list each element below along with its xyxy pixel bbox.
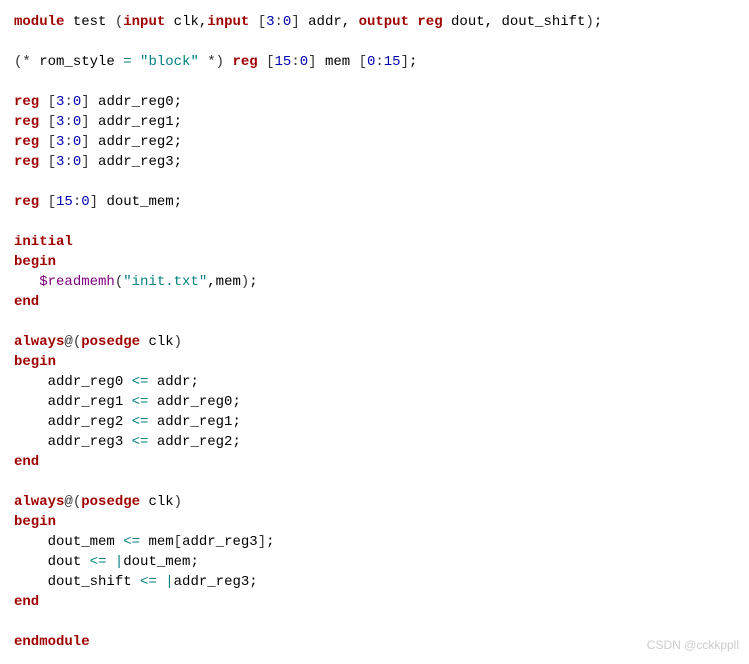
- code-line: begin: [14, 354, 56, 370]
- code-line: always@(posedge clk): [14, 494, 182, 510]
- keyword-output: output: [359, 14, 409, 30]
- keyword-always: always: [14, 334, 64, 350]
- code-line: always@(posedge clk): [14, 334, 182, 350]
- keyword-begin: begin: [14, 254, 56, 270]
- code-line: begin: [14, 514, 56, 530]
- code-line: reg [3:0] addr_reg0;: [14, 94, 182, 110]
- code-line: dout_shift <= |addr_reg3;: [14, 574, 258, 590]
- code-line: end: [14, 454, 39, 470]
- string-literal: "init.txt": [123, 274, 207, 290]
- code-line: reg [3:0] addr_reg2;: [14, 134, 182, 150]
- nonblocking-op: <=: [132, 374, 149, 390]
- keyword-module: module: [14, 14, 64, 30]
- watermark-text: CSDN @cckkppll: [647, 635, 739, 655]
- system-task: $readmemh: [39, 274, 115, 290]
- code-line: end: [14, 294, 39, 310]
- reduction-or-op: |: [115, 554, 123, 570]
- keyword-input: input: [123, 14, 165, 30]
- string-literal: "block": [140, 54, 199, 70]
- code-line: dout <= |dout_mem;: [14, 554, 199, 570]
- code-line: addr_reg0 <= addr;: [14, 374, 199, 390]
- keyword-posedge: posedge: [81, 334, 140, 350]
- keyword-reg: reg: [417, 14, 442, 30]
- code-line: endmodule: [14, 634, 90, 650]
- code-line: reg [15:0] dout_mem;: [14, 194, 182, 210]
- code-line: begin: [14, 254, 56, 270]
- code-line: dout_mem <= mem[addr_reg3];: [14, 534, 275, 550]
- code-line: $readmemh("init.txt",mem);: [14, 274, 258, 290]
- code-line: addr_reg1 <= addr_reg0;: [14, 394, 241, 410]
- code-line: (* rom_style = "block" *) reg [15:0] mem…: [14, 54, 417, 70]
- code-block: module test (input clk,input [3:0] addr,…: [0, 0, 749, 664]
- code-line: reg [3:0] addr_reg3;: [14, 154, 182, 170]
- code-line: module test (input clk,input [3:0] addr,…: [14, 14, 602, 30]
- code-line: end: [14, 594, 39, 610]
- code-line: initial: [14, 234, 73, 250]
- code-line: addr_reg3 <= addr_reg2;: [14, 434, 241, 450]
- keyword-initial: initial: [14, 234, 73, 250]
- keyword-end: end: [14, 294, 39, 310]
- code-line: addr_reg2 <= addr_reg1;: [14, 414, 241, 430]
- keyword-endmodule: endmodule: [14, 634, 90, 650]
- code-line: reg [3:0] addr_reg1;: [14, 114, 182, 130]
